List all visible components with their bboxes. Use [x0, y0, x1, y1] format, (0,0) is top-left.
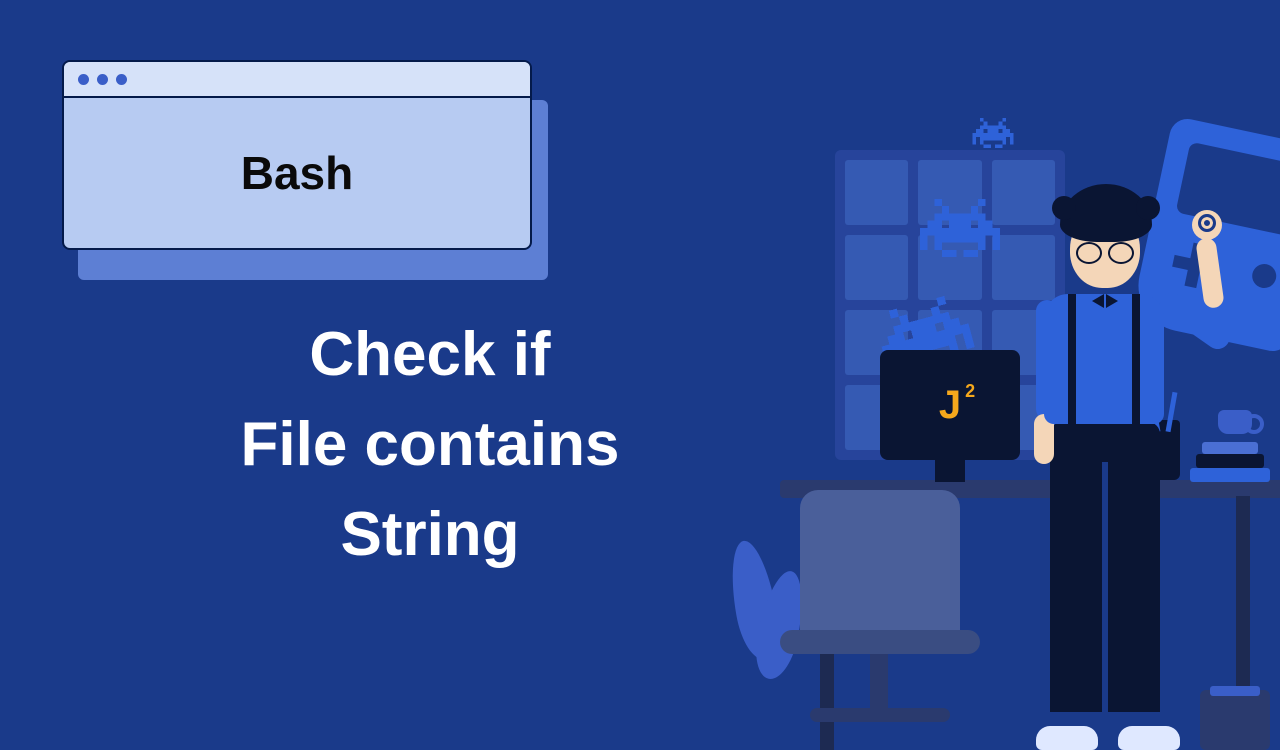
ok-hand-icon — [1192, 210, 1222, 240]
developer-person-icon — [1010, 190, 1210, 750]
illustration-scene: J2 — [720, 110, 1280, 750]
card-title: Bash — [241, 146, 353, 200]
mug-icon — [1218, 410, 1252, 434]
card-body: Bash — [64, 98, 530, 248]
floor-box-icon — [1200, 690, 1270, 750]
monitor-logo: J2 — [939, 383, 961, 428]
chair — [800, 490, 960, 640]
window-dot-icon — [97, 74, 108, 85]
space-invader-icon — [920, 188, 1000, 268]
monitor-stand — [935, 460, 965, 482]
chair-base — [810, 708, 950, 722]
window-dot-icon — [78, 74, 89, 85]
card-titlebar — [64, 62, 530, 98]
chair-seat — [780, 630, 980, 654]
monitor-icon: J2 — [880, 350, 1020, 460]
logo-exponent: 2 — [965, 381, 975, 402]
caption-line: Check if — [60, 310, 800, 400]
logo-letter: J — [939, 383, 961, 427]
chair-pole — [870, 654, 888, 714]
window-dot-icon — [116, 74, 127, 85]
tech-card: Bash — [62, 60, 532, 250]
caption-line: String — [60, 490, 800, 580]
space-invader-icon — [972, 112, 1013, 153]
glasses-icon — [1076, 242, 1134, 260]
main-caption: Check if File contains String — [60, 310, 800, 580]
caption-line: File contains — [60, 400, 800, 490]
bowtie-icon — [1092, 294, 1118, 308]
